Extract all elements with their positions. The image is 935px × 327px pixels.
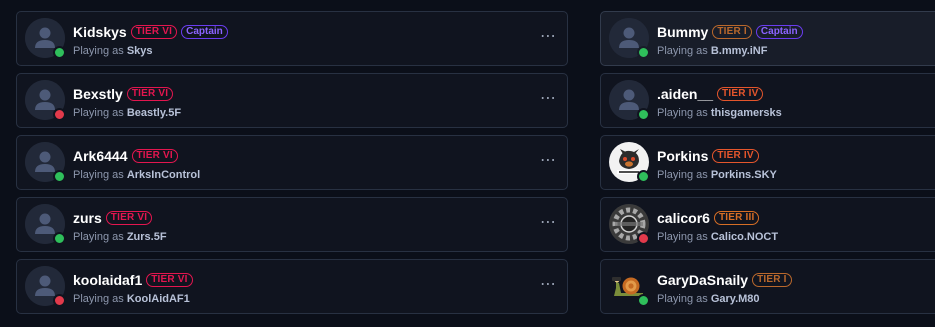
player-name-row: Ark6444 TIER VI	[73, 148, 178, 164]
player-card[interactable]: Kidskys TIER VI Captain Playing as Skys ⋯	[16, 11, 568, 66]
player-name[interactable]: zurs	[73, 210, 102, 226]
gamertag: ArksInControl	[126, 169, 201, 181]
player-name[interactable]: GaryDaSnaily	[657, 272, 748, 288]
tier-badge: TIER I	[712, 25, 752, 39]
status-online-indicator	[637, 46, 650, 59]
player-card[interactable]: Ark6444 TIER VI Playing as ArksInControl ⋯	[16, 135, 568, 190]
playing-as-line: Playing as Skys	[73, 45, 153, 57]
player-name-row: Porkins TIER IV	[657, 148, 759, 164]
player-card[interactable]: Bexstly TIER VI Playing as Beastly.5F ⋯	[16, 73, 568, 128]
status-offline-indicator	[637, 232, 650, 245]
playing-as-line: Playing as Beastly.5F	[73, 107, 181, 119]
gamertag: B.mmy.iNF	[710, 45, 768, 57]
more-options-icon[interactable]: ⋯	[540, 277, 557, 293]
playing-as-line: Playing as ArksInControl	[73, 169, 200, 181]
tier-badge: TIER VI	[126, 87, 174, 101]
player-name-row: zurs TIER VI	[73, 210, 153, 226]
player-name[interactable]: .aiden__	[657, 86, 713, 102]
default-avatar-icon[interactable]	[25, 18, 66, 59]
gamertag: Gary.M80	[710, 293, 760, 305]
tier-badge: TIER VI	[146, 273, 193, 287]
player-name-row: koolaidaf1 TIER VI	[73, 272, 193, 288]
playing-as-line: Playing as Porkins.SKY	[657, 169, 777, 181]
gamertag: thisgamersks	[710, 107, 782, 119]
tier-badge: TIER VI	[105, 211, 153, 225]
gamertag: Zurs.5F	[126, 231, 167, 243]
playing-as-line: Playing as Calico.NOCT	[657, 231, 778, 243]
playing-as-label: Playing as	[657, 169, 708, 181]
playing-as-line: Playing as B.mmy.iNF	[657, 45, 767, 57]
gear-logo-icon[interactable]	[609, 204, 650, 245]
right-team-roster: Bummy TIER I Captain Playing as B.mmy.iNF .a…	[600, 11, 935, 321]
default-avatar-icon[interactable]	[25, 266, 66, 307]
default-avatar-icon[interactable]	[25, 204, 66, 245]
player-name[interactable]: Bexstly	[73, 86, 123, 102]
default-avatar-icon[interactable]	[609, 18, 650, 59]
playing-as-label: Playing as	[73, 231, 124, 243]
more-options-icon[interactable]: ⋯	[540, 91, 557, 107]
player-name[interactable]: Porkins	[657, 148, 708, 164]
playing-as-label: Playing as	[73, 45, 124, 57]
gamertag: Skys	[126, 45, 153, 57]
status-offline-indicator	[53, 294, 66, 307]
player-name-row: .aiden__ TIER IV	[657, 86, 764, 102]
status-online-indicator	[637, 294, 650, 307]
playing-as-label: Playing as	[657, 231, 708, 243]
player-name-row: Bexstly TIER VI	[73, 86, 174, 102]
player-name[interactable]: Ark6444	[73, 148, 128, 164]
default-avatar-icon[interactable]	[25, 142, 66, 183]
tier-badge: TIER VI	[130, 25, 178, 39]
player-card[interactable]: Porkins TIER IV Playing as Porkins.SKY	[600, 135, 935, 190]
playing-as-line: Playing as Gary.M80	[657, 293, 760, 305]
status-online-indicator	[53, 170, 66, 183]
status-offline-indicator	[53, 108, 66, 121]
tier-badge: TIER IV	[712, 149, 759, 163]
more-options-icon[interactable]: ⋯	[540, 29, 557, 45]
playing-as-line: Playing as KoolAidAF1	[73, 293, 190, 305]
playing-as-line: Playing as thisgamersks	[657, 107, 782, 119]
gamertag: KoolAidAF1	[126, 293, 190, 305]
default-avatar-icon[interactable]	[25, 80, 66, 121]
pig-logo-icon[interactable]	[609, 142, 650, 183]
player-name[interactable]: calicor6	[657, 210, 710, 226]
tier-badge: TIER IV	[717, 87, 764, 101]
player-card[interactable]: Bummy TIER I Captain Playing as B.mmy.iNF	[600, 11, 935, 66]
left-team-roster: Kidskys TIER VI Captain Playing as Skys ⋯ Bex…	[16, 11, 568, 321]
snail-icon[interactable]	[609, 266, 650, 307]
player-name[interactable]: Kidskys	[73, 24, 127, 40]
tier-badge: TIER VI	[131, 149, 178, 163]
player-card[interactable]: zurs TIER VI Playing as Zurs.5F ⋯	[16, 197, 568, 252]
default-avatar-icon[interactable]	[609, 80, 650, 121]
player-name-row: Kidskys TIER VI Captain	[73, 24, 228, 40]
gamertag: Beastly.5F	[126, 107, 182, 119]
playing-as-label: Playing as	[657, 293, 708, 305]
player-card[interactable]: koolaidaf1 TIER VI Playing as KoolAidAF1 ⋯	[16, 259, 568, 314]
tier-badge: TIER I	[752, 273, 792, 287]
status-online-indicator	[637, 108, 650, 121]
playing-as-label: Playing as	[657, 107, 708, 119]
playing-as-label: Playing as	[73, 293, 124, 305]
captain-badge: Captain	[755, 25, 803, 39]
player-name-row: GaryDaSnaily TIER I	[657, 272, 792, 288]
status-online-indicator	[53, 46, 66, 59]
playing-as-label: Playing as	[657, 45, 708, 57]
more-options-icon[interactable]: ⋯	[540, 215, 557, 231]
playing-as-label: Playing as	[73, 169, 124, 181]
tier-badge: TIER III	[713, 211, 760, 225]
captain-badge: Captain	[181, 25, 228, 39]
player-card[interactable]: .aiden__ TIER IV Playing as thisgamersks	[600, 73, 935, 128]
gamertag: Porkins.SKY	[710, 169, 777, 181]
player-name[interactable]: koolaidaf1	[73, 272, 142, 288]
player-card[interactable]: GaryDaSnaily TIER I Playing as Gary.M80	[600, 259, 935, 314]
status-online-indicator	[637, 170, 650, 183]
playing-as-line: Playing as Zurs.5F	[73, 231, 167, 243]
player-name-row: Bummy TIER I Captain	[657, 24, 803, 40]
player-name-row: calicor6 TIER III	[657, 210, 760, 226]
more-options-icon[interactable]: ⋯	[540, 153, 557, 169]
player-name[interactable]: Bummy	[657, 24, 708, 40]
playing-as-label: Playing as	[73, 107, 124, 119]
status-online-indicator	[53, 232, 66, 245]
gamertag: Calico.NOCT	[710, 231, 779, 243]
player-card[interactable]: calicor6 TIER III Playing as Calico.NOCT	[600, 197, 935, 252]
